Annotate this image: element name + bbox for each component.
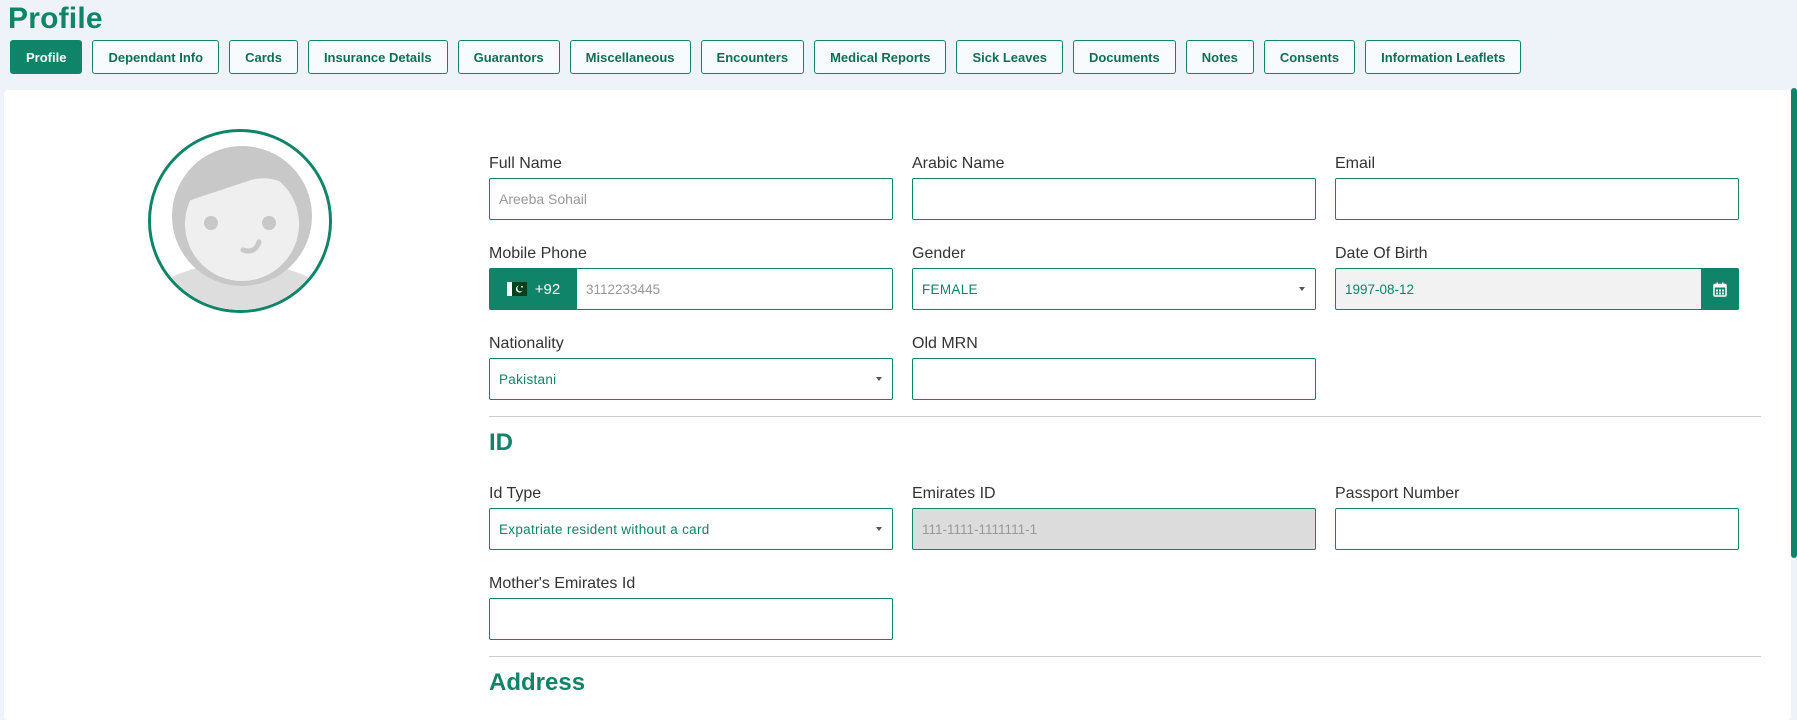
avatar-placeholder-icon — [151, 132, 329, 310]
arabic-name-label: Arabic Name — [912, 155, 1005, 172]
gender-label: Gender — [912, 245, 966, 262]
tab-encounters[interactable]: Encounters — [700, 40, 805, 74]
nationality-select[interactable]: Pakistani — [489, 358, 893, 400]
address-section-title: Address — [489, 669, 586, 696]
id-type-value: Expatriate resident without a card — [499, 521, 710, 537]
tab-medical-reports[interactable]: Medical Reports — [814, 40, 947, 74]
pakistan-flag-icon — [506, 282, 527, 296]
email-field: Email — [1335, 155, 1739, 220]
mothers-emirates-id-field: Mother's Emirates Id — [489, 575, 893, 640]
mobile-phone-placeholder: 3112233445 — [586, 281, 661, 297]
tab-information-leaflets[interactable]: Information Leaflets — [1365, 40, 1522, 74]
old-mrn-field: Old MRN — [912, 335, 1316, 400]
email-input[interactable] — [1335, 178, 1739, 220]
id-type-select[interactable]: Expatriate resident without a card — [489, 508, 893, 550]
section-divider — [489, 656, 1761, 657]
emirates-id-placeholder: 111-1111-1111111-1 — [922, 521, 1038, 537]
emirates-id-field: Emirates ID 111-1111-1111111-1 — [912, 485, 1316, 550]
passport-number-label: Passport Number — [1335, 485, 1460, 502]
country-code-selector[interactable]: +92 — [490, 269, 577, 309]
id-type-field: Id Type Expatriate resident without a ca… — [489, 485, 893, 550]
tab-sick-leaves[interactable]: Sick Leaves — [956, 40, 1063, 74]
passport-number-field: Passport Number — [1335, 485, 1739, 550]
mothers-emirates-id-label: Mother's Emirates Id — [489, 575, 636, 592]
country-code: +92 — [534, 280, 561, 298]
mobile-phone-label: Mobile Phone — [489, 245, 587, 262]
email-label: Email — [1335, 155, 1376, 172]
emirates-id-label: Emirates ID — [912, 485, 996, 502]
calendar-icon — [1713, 282, 1727, 297]
tab-bar: Profile Dependant Info Cards Insurance D… — [10, 40, 1522, 74]
nationality-field: Nationality Pakistani — [489, 335, 893, 400]
caret-down-icon — [876, 527, 882, 531]
scrollbar[interactable] — [1791, 88, 1797, 558]
full-name-label: Full Name — [489, 155, 562, 172]
arabic-name-field: Arabic Name — [912, 155, 1316, 220]
tab-miscellaneous[interactable]: Miscellaneous — [569, 40, 691, 74]
emirates-id-input: 111-1111-1111111-1 — [912, 508, 1316, 550]
mothers-emirates-id-input[interactable] — [489, 598, 893, 640]
caret-down-icon — [1299, 287, 1305, 291]
id-section-title: ID — [489, 429, 513, 456]
full-name-field: Full Name Areeba Sohail — [489, 155, 893, 220]
mobile-phone-field: Mobile Phone +92 3112233445 — [489, 245, 893, 310]
date-of-birth-field: Date Of Birth 1997-08-12 — [1335, 245, 1739, 310]
section-divider — [489, 416, 1761, 417]
gender-value: FEMALE — [922, 281, 978, 297]
old-mrn-input[interactable] — [912, 358, 1316, 400]
old-mrn-label: Old MRN — [912, 335, 978, 352]
tab-dependant-info[interactable]: Dependant Info — [92, 40, 220, 74]
caret-down-icon — [876, 377, 882, 381]
avatar[interactable] — [148, 129, 332, 313]
passport-number-input[interactable] — [1335, 508, 1739, 550]
tab-cards[interactable]: Cards — [229, 40, 298, 74]
page-title: Profile — [8, 2, 103, 35]
arabic-name-input[interactable] — [912, 178, 1316, 220]
tab-notes[interactable]: Notes — [1185, 40, 1254, 74]
nationality-label: Nationality — [489, 335, 564, 352]
mobile-phone-input[interactable]: +92 3112233445 — [489, 268, 893, 310]
id-type-label: Id Type — [489, 485, 542, 502]
full-name-placeholder: Areeba Sohail — [499, 191, 587, 207]
nationality-value: Pakistani — [499, 371, 557, 387]
date-of-birth-value: 1997-08-12 — [1345, 281, 1415, 297]
gender-select[interactable]: FEMALE — [912, 268, 1316, 310]
gender-field: Gender FEMALE — [912, 245, 1316, 310]
tab-documents[interactable]: Documents — [1072, 40, 1176, 74]
tab-profile[interactable]: Profile — [10, 40, 83, 74]
full-name-input[interactable]: Areeba Sohail — [489, 178, 893, 220]
tab-guarantors[interactable]: Guarantors — [457, 40, 560, 74]
date-of-birth-label: Date Of Birth — [1335, 245, 1428, 262]
calendar-button[interactable] — [1701, 268, 1739, 310]
date-of-birth-input[interactable]: 1997-08-12 — [1335, 268, 1739, 310]
tab-consents[interactable]: Consents — [1263, 40, 1356, 74]
tab-insurance-details[interactable]: Insurance Details — [307, 40, 448, 74]
